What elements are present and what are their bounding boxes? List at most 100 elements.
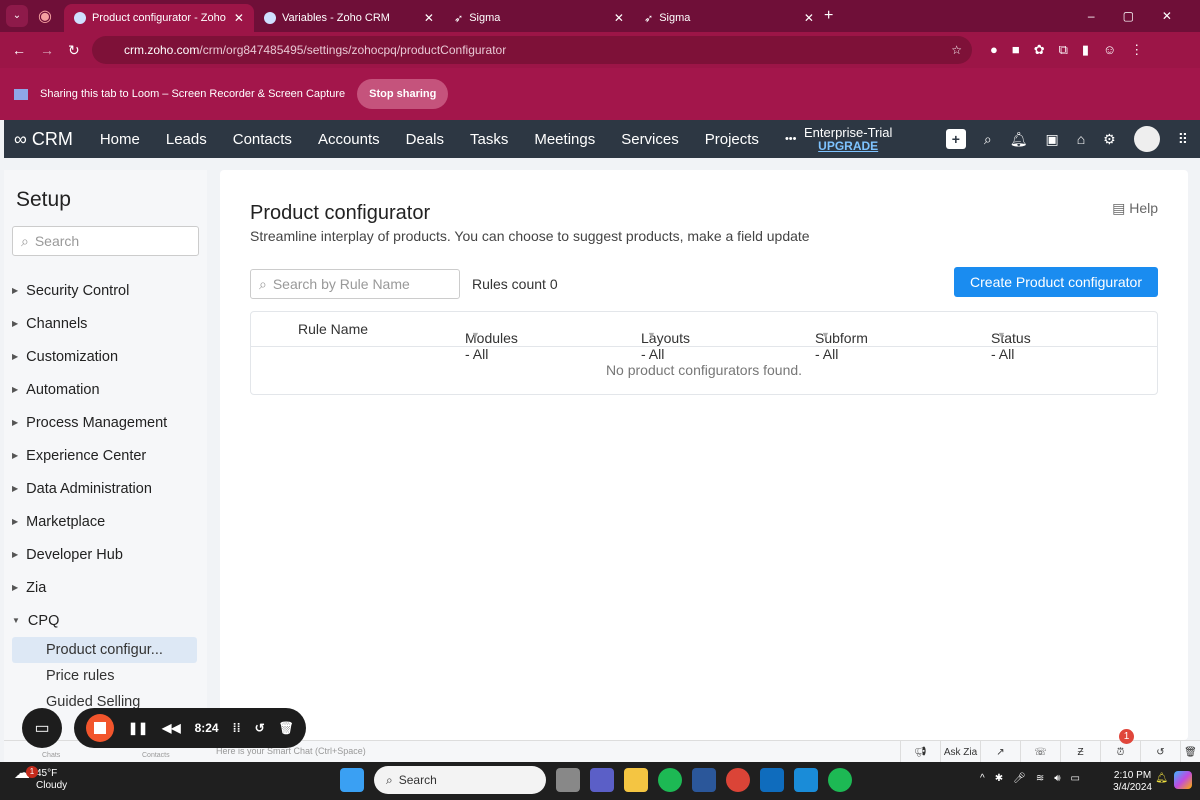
history-icon[interactable]: ↺	[1140, 741, 1180, 763]
notification-badge: 1	[1119, 729, 1134, 744]
windows-start-icon[interactable]	[340, 768, 364, 792]
nav-meetings[interactable]: Meetings	[521, 131, 608, 148]
nav-leads[interactable]: Leads	[153, 131, 220, 148]
column-rule-name: Rule Name	[298, 321, 369, 337]
crm-logo[interactable]: ∞ CRM	[4, 129, 87, 150]
stop-sharing-button[interactable]: Stop sharing	[357, 79, 449, 109]
caret-down-icon: ▼	[12, 616, 20, 625]
marketplace-icon[interactable]: ⌂	[1077, 131, 1085, 147]
calculator-icon[interactable]	[794, 768, 818, 792]
copilot-icon[interactable]	[1174, 771, 1192, 789]
chats-link[interactable]: Chats	[42, 752, 60, 759]
sidebar-item-channels[interactable]: ▶ Channels	[4, 307, 207, 340]
outlook-icon[interactable]	[760, 768, 784, 792]
camera-toggle[interactable]: ▭	[22, 708, 62, 748]
tab-sigma-2[interactable]: ➶ Sigma ✕	[634, 4, 824, 32]
task-view-icon[interactable]	[556, 768, 580, 792]
sidebar-item-process-management[interactable]: ▶ Process Management	[4, 406, 207, 439]
nav-contacts[interactable]: Contacts	[220, 131, 305, 148]
sidebar-item-security-control[interactable]: ▶ Security Control	[4, 274, 207, 307]
word-icon[interactable]	[692, 768, 716, 792]
bell-icon[interactable]: 🔔︎	[1010, 131, 1028, 148]
avatar[interactable]	[1133, 126, 1160, 152]
sidebar-item-automation[interactable]: ▶ Automation	[4, 373, 207, 406]
sidebar-title: Setup	[16, 188, 71, 211]
phone-icon[interactable]: ☏	[1020, 741, 1060, 763]
signals-icon[interactable]: ↗	[980, 741, 1020, 763]
nav-home[interactable]: Home	[87, 131, 153, 148]
sidebar-item-developer-hub[interactable]: ▶ Developer Hub	[4, 538, 207, 571]
create-product-configurator-button[interactable]: Create Product configurator	[954, 267, 1158, 297]
trash-icon[interactable]: 🗑︎	[1180, 741, 1200, 763]
close-tab-icon[interactable]: ✕	[234, 11, 244, 25]
loom-sharing-bar: Sharing this tab to Loom – Screen Record…	[0, 68, 1200, 120]
sidebar-item-customization[interactable]: ▶ Customization	[4, 340, 207, 373]
zia-icon[interactable]: Ƶ	[1060, 741, 1100, 763]
sidebar-item-marketplace[interactable]: ▶ Marketplace	[4, 505, 207, 538]
table-header: Rule Name Modules - All ▼ Layouts - All ▼ …	[251, 312, 1157, 362]
teams-icon[interactable]	[590, 768, 614, 792]
nav-projects[interactable]: Projects	[692, 131, 772, 148]
spotify-icon-2[interactable]	[828, 768, 852, 792]
chrome-icon[interactable]	[726, 768, 750, 792]
spotify-icon[interactable]	[658, 768, 682, 792]
plan-info: Enterprise-Trial UPGRADE	[804, 124, 893, 153]
notification-bell-icon[interactable]: 🔔︎	[1155, 773, 1168, 784]
sidebar-item-data-administration[interactable]: ▶ Data Administration	[4, 472, 207, 505]
tab-variables[interactable]: Variables - Zoho CRM ✕	[254, 4, 444, 32]
url-input[interactable]: crm.zoho.com/crm/org847485495/settings/z…	[92, 36, 972, 64]
tab-sigma[interactable]: ➶ Sigma ✕	[444, 4, 634, 32]
bookmark-star-icon[interactable]: ☆	[951, 43, 962, 57]
close-tab-icon[interactable]: ✕	[614, 11, 624, 25]
caret-right-icon: ▶	[12, 385, 19, 394]
browser-tab-bar: ⌄ ◉ Product configurator - Zoho ✕ Variabl…	[0, 0, 1200, 32]
upgrade-link[interactable]: UPGRADE	[818, 139, 878, 153]
close-tab-icon[interactable]: ✕	[424, 11, 434, 25]
system-tray[interactable]: ^ ✱ 🎤︎ ≋ 🔊︎ ▭	[980, 773, 1080, 784]
tab-list-button[interactable]: ⌄	[6, 5, 28, 27]
gear-icon[interactable]: ⚙	[1103, 131, 1116, 148]
sidebar-item-cpq[interactable]: ▼ CPQ	[4, 604, 207, 637]
calendar-icon[interactable]: ▣	[1045, 131, 1058, 148]
rule-search-input[interactable]: ⌕ Search by Rule Name	[250, 269, 460, 299]
window-controls[interactable]: –▢✕	[1088, 9, 1200, 23]
weather-widget[interactable]: ☁ 45°F Cloudy 1	[14, 766, 67, 792]
new-tab-button[interactable]: +	[824, 7, 833, 25]
add-icon[interactable]: +	[945, 129, 966, 149]
rules-table: Rule Name Modules - All ▼ Layouts - All ▼ …	[250, 311, 1158, 395]
drawing-tools-icon[interactable]: ⁞⁞	[233, 721, 241, 735]
rewind-icon[interactable]: ◀◀	[162, 721, 180, 735]
sidebar-item-experience-center[interactable]: ▶ Experience Center	[4, 439, 207, 472]
nav-tasks[interactable]: Tasks	[457, 131, 521, 148]
apps-grid-icon[interactable]: ⠿	[1178, 131, 1188, 148]
search-icon[interactable]: ⌕	[984, 131, 992, 148]
nav-services[interactable]: Services	[608, 131, 692, 148]
delete-icon[interactable]: 🗑︎	[279, 721, 294, 735]
ask-zia-button[interactable]: Ask Zia	[940, 741, 980, 763]
contacts-link[interactable]: Contacts	[142, 752, 170, 759]
windows-taskbar: ☁ 45°F Cloudy 1 ⌕ Search ^ ✱ 🎤︎ ≋ 🔊︎ ▭ 2:10 PM 3…	[0, 762, 1200, 800]
nav-deals[interactable]: Deals	[393, 131, 457, 148]
reload-icon[interactable]: ↻	[68, 42, 80, 59]
extensions-icons[interactable]: ●■✿⧉▮☺⋮	[990, 42, 1157, 58]
announcement-icon[interactable]: 📢︎	[900, 741, 940, 763]
sidebar-search-input[interactable]: ⌕ Search	[12, 226, 199, 256]
pause-icon[interactable]: ❚❚	[128, 721, 148, 735]
caret-right-icon: ▶	[12, 319, 19, 328]
tab-product-configurator[interactable]: Product configurator - Zoho ✕	[63, 4, 254, 32]
help-link[interactable]: ▤ Help	[1112, 200, 1158, 217]
stop-recording-button[interactable]	[86, 714, 114, 742]
nav-accounts[interactable]: Accounts	[305, 131, 393, 148]
caret-right-icon: ▶	[12, 451, 19, 460]
alarm-icon[interactable]: ⏰︎	[1100, 741, 1140, 763]
sidebar-item-zia[interactable]: ▶ Zia	[4, 571, 207, 604]
clock[interactable]: 2:10 PM 3/4/2024	[1113, 770, 1152, 794]
forward-icon[interactable]: →	[40, 42, 54, 58]
sidebar-sub-product-configurator[interactable]: Product configur...	[12, 637, 197, 663]
file-explorer-icon[interactable]	[624, 768, 648, 792]
back-icon[interactable]: ←	[12, 42, 26, 58]
sidebar-sub-price-rules[interactable]: Price rules	[12, 663, 197, 689]
taskbar-search[interactable]: ⌕ Search	[374, 766, 546, 794]
restart-icon[interactable]: ↺	[255, 721, 265, 735]
close-tab-icon[interactable]: ✕	[804, 11, 814, 25]
